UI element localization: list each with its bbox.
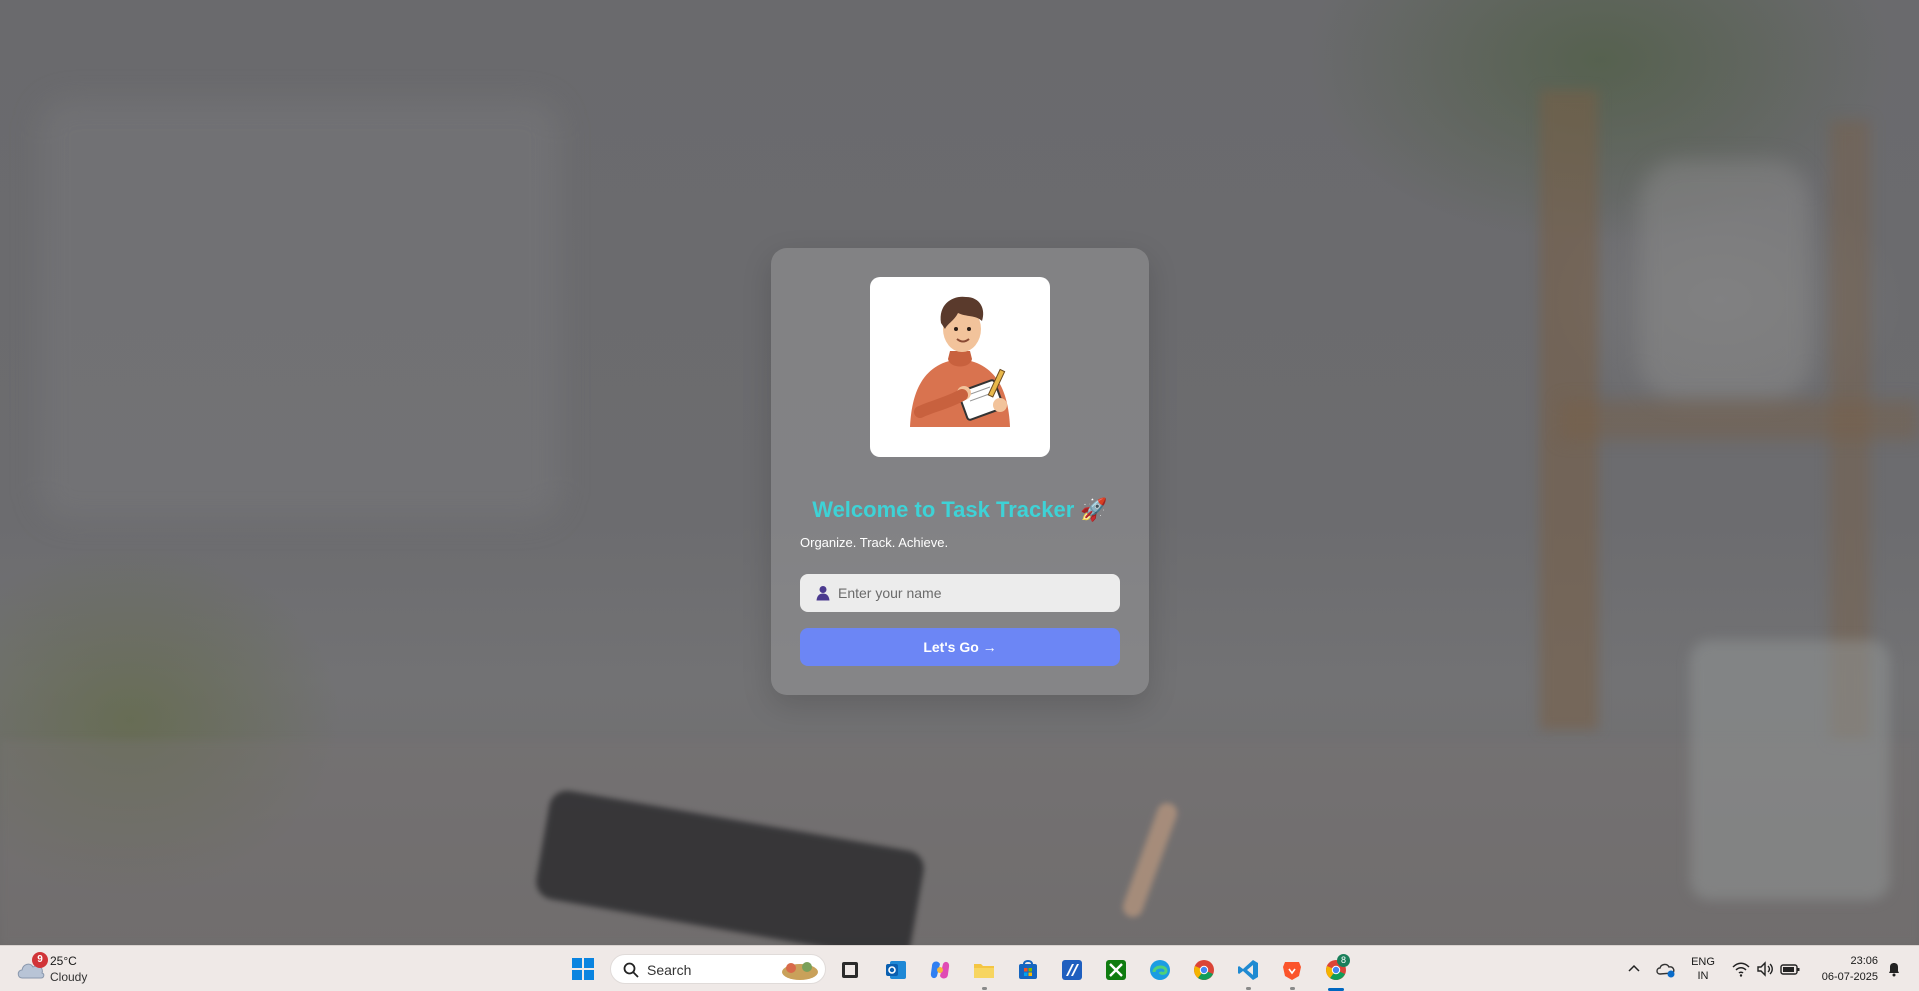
vscode-icon[interactable] [1236, 958, 1260, 982]
microsoft-store-icon[interactable] [1016, 958, 1040, 982]
user-icon [816, 586, 830, 601]
running-indicator [1290, 987, 1295, 990]
name-field[interactable] [800, 574, 1120, 612]
weather-badge: 9 [32, 952, 48, 968]
chevron-up-icon[interactable] [1626, 961, 1642, 977]
copilot-icon[interactable] [928, 958, 952, 982]
task-view-icon[interactable] [838, 958, 862, 982]
language-indicator[interactable]: ENG IN [1688, 955, 1718, 983]
onedrive-icon[interactable] [1656, 960, 1676, 978]
running-indicator [1246, 987, 1251, 990]
chrome-icon[interactable] [1192, 958, 1216, 982]
language-region: IN [1697, 970, 1709, 982]
clock-date: 06-07-2025 [1821, 971, 1878, 983]
lets-go-button[interactable]: Let's Go → [800, 628, 1120, 666]
search-icon [623, 962, 639, 978]
xbox-icon[interactable] [1104, 958, 1128, 982]
weather-widget[interactable]: 9 25°C Cloudy [16, 952, 126, 986]
file-explorer-icon[interactable] [972, 958, 996, 982]
windows-start-icon[interactable] [572, 958, 594, 980]
wifi-icon[interactable] [1732, 961, 1750, 977]
page-title: Welcome to Task Tracker 🚀 [812, 497, 1108, 522]
edge-icon[interactable] [1148, 958, 1172, 982]
running-indicator [982, 987, 987, 990]
name-input[interactable] [838, 574, 1108, 612]
battery-icon[interactable] [1780, 961, 1800, 977]
taskbar-search[interactable]: Search [610, 954, 826, 984]
weather-temp: 25°C [50, 954, 77, 968]
notification-bell-icon[interactable] [1886, 961, 1902, 977]
person-writing-icon [910, 296, 1010, 427]
taskbar: 9 25°C Cloudy Search 8 ENG IN 23:06 06-0… [0, 945, 1919, 991]
app-icon[interactable] [1060, 958, 1084, 982]
chrome-profile-badge: 8 [1337, 954, 1350, 967]
avatar [870, 277, 1050, 457]
outlook-icon[interactable] [884, 958, 908, 982]
system-clock[interactable]: 23:06 06-07-2025 [1806, 953, 1878, 985]
search-highlight-icon [782, 962, 818, 980]
tagline: Organize. Track. Achieve. [800, 535, 949, 550]
search-label: Search [647, 962, 692, 978]
clock-time: 23:06 [1850, 955, 1878, 967]
brave-icon[interactable] [1280, 958, 1304, 982]
weather-condition: Cloudy [50, 970, 88, 984]
welcome-card: Welcome to Task Tracker 🚀 Organize. Trac… [771, 248, 1149, 695]
volume-icon[interactable] [1756, 961, 1774, 977]
language-code: ENG [1691, 956, 1715, 968]
